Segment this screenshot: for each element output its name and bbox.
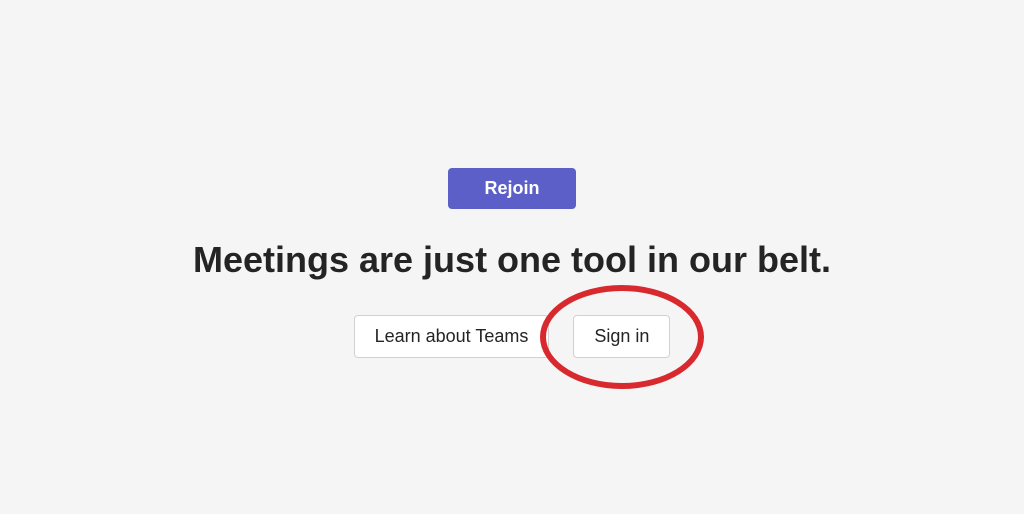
action-button-row: Learn about Teams Sign in xyxy=(354,315,671,358)
learn-about-teams-button[interactable]: Learn about Teams xyxy=(354,315,550,358)
signin-button-wrapper: Sign in xyxy=(573,315,670,358)
sign-in-button[interactable]: Sign in xyxy=(573,315,670,358)
rejoin-button[interactable]: Rejoin xyxy=(448,168,575,209)
post-meeting-panel: Rejoin Meetings are just one tool in our… xyxy=(0,0,1024,514)
headline-text: Meetings are just one tool in our belt. xyxy=(193,239,831,281)
